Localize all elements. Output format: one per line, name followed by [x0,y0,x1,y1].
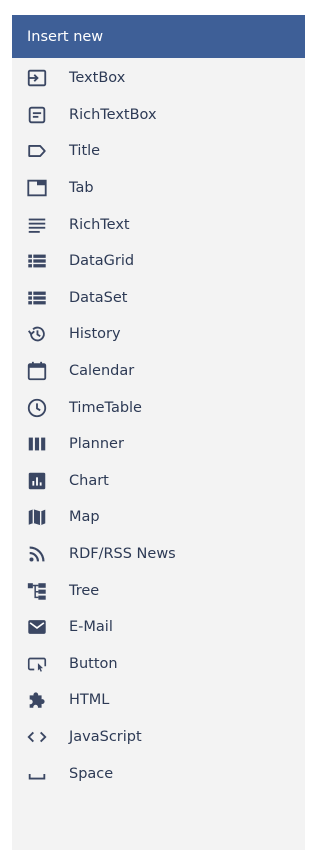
chart-icon [26,470,48,492]
insert-item-label: Space [69,765,114,782]
insert-new-panel: Insert new TextBox RichTextBox Title Tab Ric… [12,15,305,850]
history-icon [26,323,48,345]
insert-item-label: Calendar [69,363,135,380]
insert-item-html[interactable]: HTML [12,682,305,719]
calendar-icon [26,360,48,382]
email-icon [26,616,48,638]
insert-item-timetable[interactable]: TimeTable [12,389,305,426]
puzzle-icon [26,689,48,711]
insert-item-label: Tab [69,180,94,197]
button-icon [26,653,48,675]
insert-item-label: DataSet [69,289,128,306]
planner-icon [26,433,48,455]
dataset-icon [26,287,48,309]
insert-item-planner[interactable]: Planner [12,426,305,463]
insert-item-dataset[interactable]: DataSet [12,280,305,317]
insert-item-label: RichTextBox [69,106,157,123]
insert-item-label: HTML [69,692,110,709]
insert-item-datagrid[interactable]: DataGrid [12,243,305,280]
title-label-icon [26,140,48,162]
map-icon [26,506,48,528]
insert-item-tree[interactable]: Tree [12,572,305,609]
insert-item-richtextbox[interactable]: RichTextBox [12,97,305,134]
richtext-icon [26,214,48,236]
panel-title: Insert new [27,28,104,45]
insert-item-label: TimeTable [69,399,142,416]
insert-item-javascript[interactable]: JavaScript [12,719,305,756]
insert-item-label: Button [69,655,118,672]
insert-item-list: TextBox RichTextBox Title Tab RichText DataGr… [12,58,305,792]
insert-item-e-mail[interactable]: E-Mail [12,609,305,646]
insert-item-space[interactable]: Space [12,755,305,792]
richtextbox-icon [26,104,48,126]
insert-item-calendar[interactable]: Calendar [12,353,305,390]
clock-icon [26,397,48,419]
insert-item-label: TextBox [69,70,126,87]
textbox-icon [26,67,48,89]
insert-item-label: E-Mail [69,619,113,636]
insert-item-label: Title [69,143,101,160]
insert-item-label: Chart [69,472,109,489]
insert-item-label: DataGrid [69,253,135,270]
datagrid-icon [26,250,48,272]
insert-item-label: JavaScript [69,728,142,745]
insert-item-label: RDF/RSS News [69,546,176,563]
insert-item-label: RichText [69,216,130,233]
insert-item-richtext[interactable]: RichText [12,206,305,243]
rss-icon [26,543,48,565]
insert-item-tab[interactable]: Tab [12,170,305,207]
insert-item-title[interactable]: Title [12,133,305,170]
insert-item-label: Tree [69,582,100,599]
insert-item-label: Planner [69,436,124,453]
insert-item-button[interactable]: Button [12,646,305,683]
insert-item-label: History [69,326,121,343]
tab-icon [26,177,48,199]
insert-item-textbox[interactable]: TextBox [12,60,305,97]
panel-header: Insert new [12,15,305,58]
insert-item-rdf-rss-news[interactable]: RDF/RSS News [12,536,305,573]
code-icon [26,726,48,748]
insert-item-map[interactable]: Map [12,499,305,536]
insert-item-chart[interactable]: Chart [12,463,305,500]
tree-icon [26,580,48,602]
insert-item-label: Map [69,509,100,526]
insert-item-history[interactable]: History [12,316,305,353]
space-icon [26,763,48,785]
